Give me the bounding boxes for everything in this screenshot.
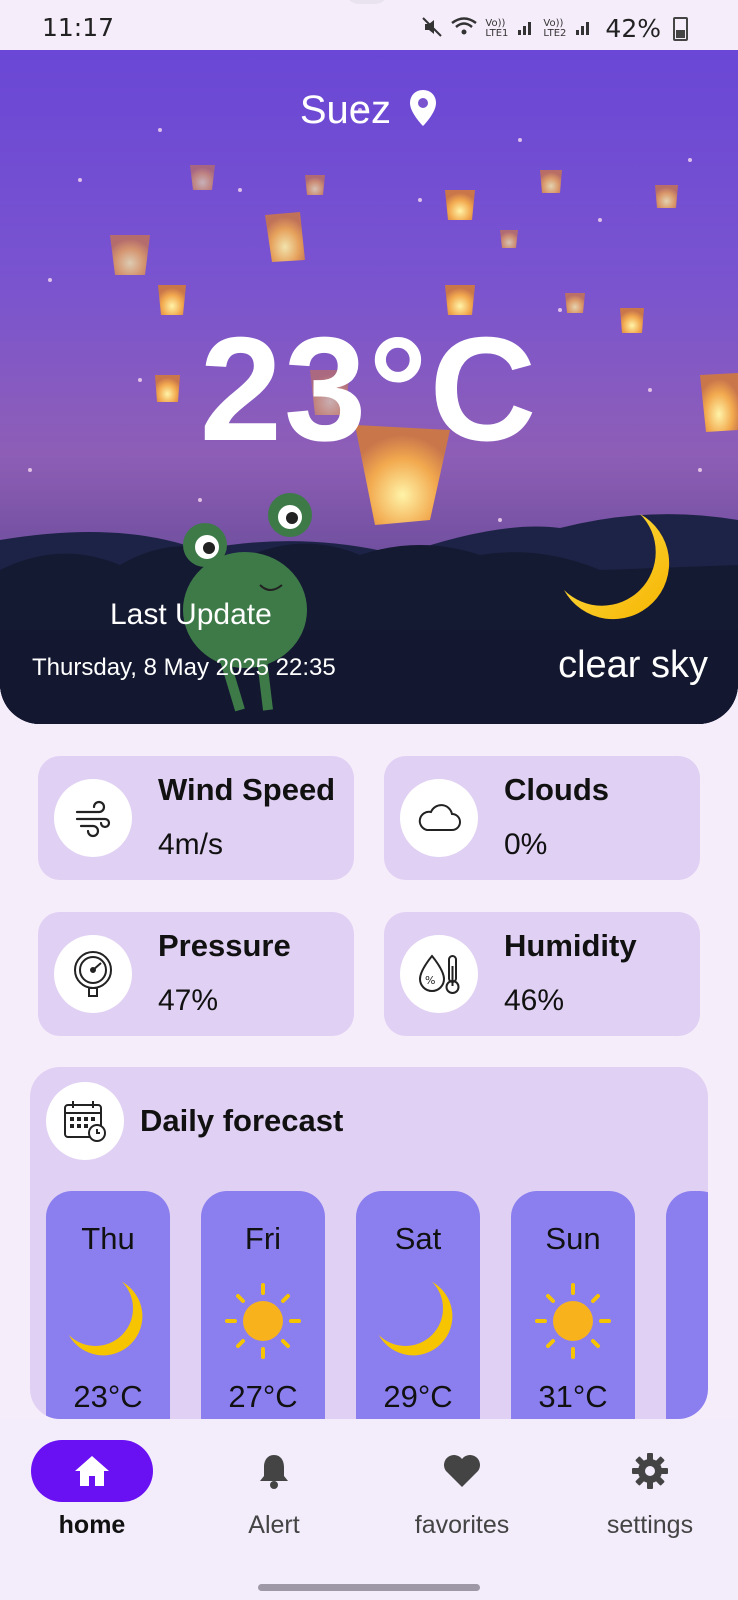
last-update-label: Last Update: [110, 598, 272, 631]
sun-icon: [225, 1283, 301, 1359]
status-bar: 11:17 Vo)) LTE1 Vo)) LTE2 42%: [0, 0, 738, 50]
day-card-thu[interactable]: Thu 23°C: [46, 1191, 170, 1419]
nav-favorites[interactable]: favorites: [370, 1419, 554, 1539]
day-name: Fri: [244, 1221, 282, 1256]
signal-icon-1: [517, 18, 535, 40]
status-icons: Vo)) LTE1 Vo)) LTE2 42%: [421, 14, 688, 43]
wind-speed-card: Wind Speed 4m/s: [38, 756, 354, 880]
day-temp: 31°C: [538, 1379, 608, 1414]
network-label-2: Vo)) LTE2: [543, 17, 567, 39]
nav-settings[interactable]: settings: [558, 1419, 738, 1539]
weather-description: clear sky: [558, 644, 708, 686]
card-value: 4m/s: [158, 828, 224, 861]
day-name: Sat: [394, 1221, 442, 1256]
day-card-sun[interactable]: Sun 31°C: [511, 1191, 635, 1419]
card-title: Wind Speed: [158, 772, 336, 807]
nav-label: home: [58, 1511, 126, 1539]
moon-icon: [564, 514, 670, 620]
last-update-datetime: Thursday, 8 May 2025 22:35: [32, 654, 336, 681]
battery-icon: [673, 16, 688, 41]
heart-icon: [401, 1440, 523, 1502]
city-label: Suez: [299, 88, 392, 132]
sun-icon: [535, 1283, 611, 1359]
nav-label: favorites: [414, 1511, 510, 1539]
day-name: Thu: [81, 1221, 135, 1256]
wind-icon: [54, 779, 132, 857]
bell-icon: [213, 1440, 335, 1502]
calendar-icon: [46, 1082, 124, 1160]
day-temp: 27°C: [228, 1379, 298, 1414]
card-value: 47%: [158, 984, 219, 1017]
card-title: Pressure: [158, 928, 291, 963]
svg-text:%: %: [425, 974, 435, 987]
signal-icon-2: [575, 18, 593, 40]
current-temperature: 23°C: [199, 307, 539, 472]
network-label-1: Vo)) LTE1: [485, 17, 509, 39]
day-temp: 23°C: [73, 1379, 143, 1414]
card-title: Clouds: [504, 772, 610, 807]
nav-label: settings: [606, 1511, 694, 1539]
nav-label: Alert: [248, 1511, 300, 1539]
card-value: 46%: [504, 984, 565, 1017]
daily-forecast-panel: Daily forecast Thu 23°C Fri 27°C Sat 29°…: [30, 1067, 708, 1419]
moon-icon: [68, 1281, 143, 1356]
day-name: Sun: [545, 1221, 601, 1256]
nav-alert[interactable]: Alert: [182, 1419, 366, 1539]
camera-notch: [345, 0, 389, 4]
humidity-card: % Humidity 46%: [384, 912, 700, 1036]
card-value: 0%: [504, 828, 548, 861]
home-indicator[interactable]: [258, 1584, 480, 1591]
cloud-icon: [400, 779, 478, 857]
day-card-fri[interactable]: Fri 27°C: [201, 1191, 325, 1419]
nav-home[interactable]: home: [0, 1419, 184, 1539]
daily-forecast-title: Daily forecast: [140, 1103, 344, 1138]
gear-icon: [589, 1440, 711, 1502]
home-icon: [31, 1440, 153, 1502]
mute-icon: [421, 16, 443, 42]
wifi-icon: [451, 16, 478, 41]
hero-weather-panel: Suez 23°C Last Update Thursday, 8 May 20…: [0, 50, 738, 724]
battery-percent: 42%: [605, 14, 661, 43]
pressure-card: Pressure 47%: [38, 912, 354, 1036]
pressure-gauge-icon: [54, 935, 132, 1013]
humidity-thermometer-icon: %: [400, 935, 478, 1013]
moon-icon: [378, 1281, 453, 1356]
day-card-sat[interactable]: Sat 29°C: [356, 1191, 480, 1419]
clouds-card: Clouds 0%: [384, 756, 700, 880]
status-time: 11:17: [42, 13, 115, 42]
day-temp: 29°C: [383, 1379, 453, 1414]
city-name[interactable]: Suez: [0, 88, 738, 137]
location-pin-icon: [408, 89, 438, 137]
card-title: Humidity: [504, 928, 637, 963]
day-card-partial[interactable]: [666, 1191, 708, 1419]
bottom-navigation: home Alert favorites settings: [0, 1419, 738, 1600]
